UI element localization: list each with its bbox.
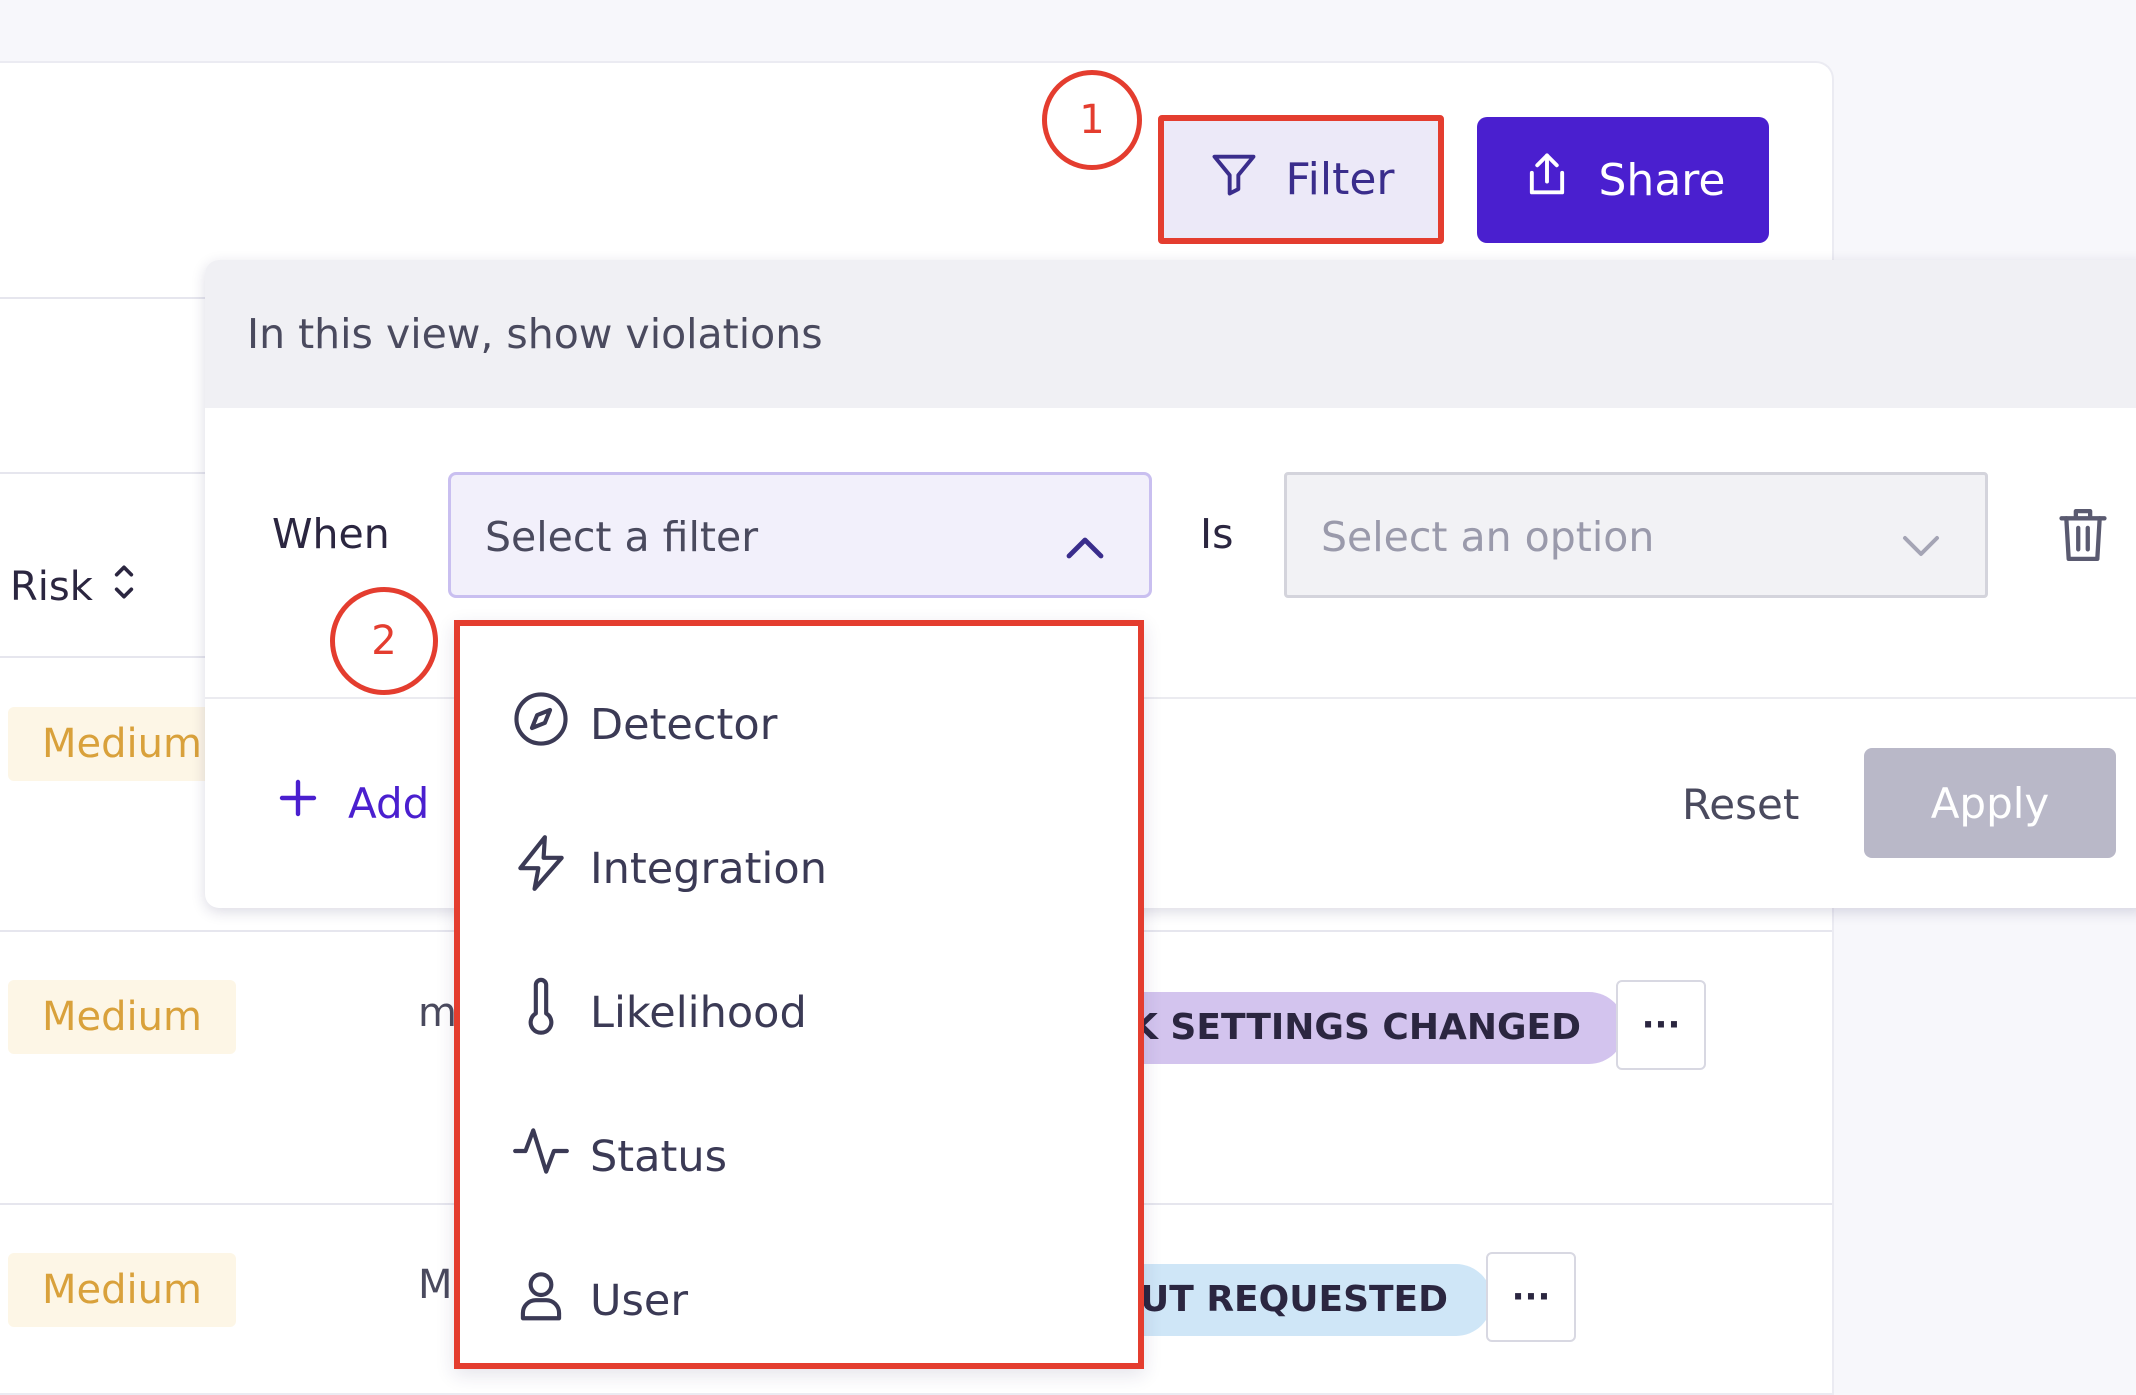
dropdown-item-label: Integration	[590, 843, 827, 894]
divider	[0, 472, 210, 474]
dropdown-item-likelihood[interactable]: Likelihood	[510, 976, 807, 1049]
share-button-label: Share	[1598, 154, 1726, 206]
add-filter-button[interactable]: Add	[278, 778, 429, 828]
option-select-placeholder: Select an option	[1321, 513, 1655, 561]
risk-badge: Medium	[8, 980, 236, 1054]
dropdown-item-integration[interactable]: Integration	[510, 832, 827, 905]
risk-badge: Medium	[8, 707, 236, 781]
dropdown-item-status[interactable]: Status	[510, 1120, 727, 1193]
chevron-down-icon	[1901, 521, 1941, 569]
filter-panel-heading: In this view, show violations	[247, 310, 823, 358]
risk-header-label: Risk	[10, 564, 93, 610]
trash-icon[interactable]	[2054, 504, 2112, 570]
add-filter-label: Add	[348, 778, 430, 828]
user-icon	[510, 1264, 572, 1337]
sort-icon	[111, 560, 137, 614]
more-actions-button[interactable]: ···	[1486, 1252, 1576, 1342]
more-actions-button[interactable]: ···	[1616, 980, 1706, 1070]
callout-1: 1	[1042, 70, 1142, 170]
filter-panel-header: In this view, show violations	[205, 260, 2136, 408]
filter-icon	[1208, 148, 1260, 211]
thermometer-icon	[510, 976, 572, 1049]
dropdown-item-label: User	[590, 1275, 689, 1326]
dropdown-item-label: Detector	[590, 699, 778, 750]
lightning-icon	[510, 832, 572, 905]
callout-2: 2	[330, 587, 438, 695]
divider	[0, 656, 210, 658]
filter-select[interactable]: Select a filter	[448, 472, 1152, 598]
row-text: m	[418, 990, 457, 1036]
risk-badge: Medium	[8, 1253, 236, 1327]
divider	[0, 297, 210, 299]
option-select[interactable]: Select an option	[1284, 472, 1988, 598]
is-label: Is	[1200, 510, 1234, 558]
filter-dropdown-menu: Detector Integration Likelihood Status U…	[454, 620, 1144, 1369]
risk-column-header[interactable]: Risk	[10, 560, 137, 614]
filter-select-placeholder: Select a filter	[485, 513, 759, 561]
filter-button[interactable]: Filter	[1158, 115, 1444, 244]
dropdown-item-label: Likelihood	[590, 987, 807, 1038]
row-text: M	[418, 1262, 453, 1308]
chevron-up-icon	[1065, 523, 1105, 571]
filter-button-label: Filter	[1285, 154, 1395, 205]
share-button[interactable]: Share	[1477, 117, 1769, 243]
dropdown-item-user[interactable]: User	[510, 1264, 688, 1337]
event-tag: K SETTINGS CHANGED	[1120, 992, 1625, 1064]
apply-button[interactable]: Apply	[1864, 748, 2116, 858]
event-tag: UT REQUESTED	[1130, 1264, 1493, 1336]
plus-icon	[278, 778, 318, 828]
activity-icon	[510, 1120, 572, 1193]
compass-icon	[510, 688, 572, 761]
reset-button[interactable]: Reset	[1682, 780, 1799, 829]
dropdown-item-detector[interactable]: Detector	[510, 688, 777, 761]
when-label: When	[272, 510, 390, 558]
dropdown-item-label: Status	[590, 1131, 728, 1182]
share-icon	[1521, 149, 1573, 212]
